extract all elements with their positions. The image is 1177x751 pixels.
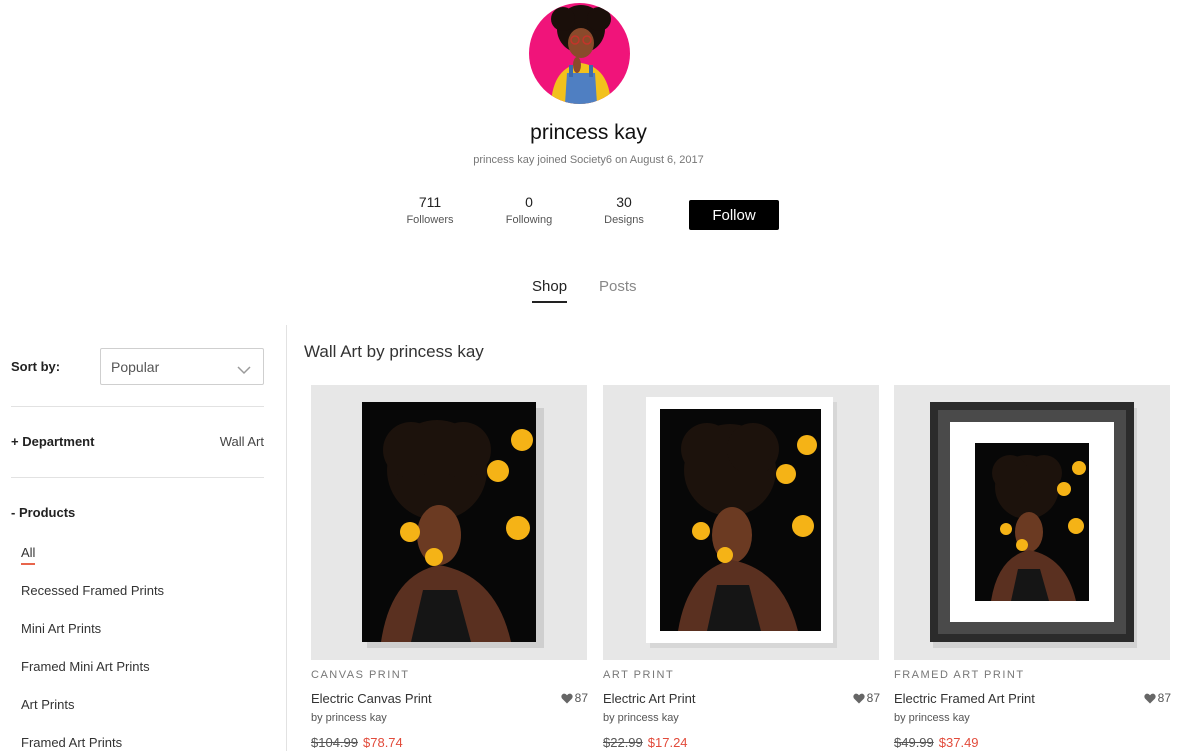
tab-posts[interactable]: Posts (599, 278, 637, 301)
products-filter-heading[interactable]: - Products (11, 505, 75, 520)
product-filter-recessed-framed-prints[interactable]: Recessed Framed Prints (21, 583, 164, 621)
product-filter-framed-mini-art-prints[interactable]: Framed Mini Art Prints (21, 659, 164, 697)
department-filter[interactable]: + Department Wall Art (11, 434, 264, 449)
sidebar-divider (286, 325, 287, 751)
sort-dropdown[interactable]: Popular (100, 348, 264, 385)
product-type: ART PRINT (603, 669, 675, 681)
product-card[interactable]: ART PRINT Electric Art Print 87 by princ… (603, 385, 880, 750)
designs-label: Designs (604, 214, 644, 226)
product-title[interactable]: Electric Canvas Print (311, 691, 588, 706)
product-filter-art-prints[interactable]: Art Prints (21, 697, 164, 735)
product-image[interactable] (311, 385, 587, 660)
heart-icon (852, 693, 865, 704)
products-list: All Recessed Framed Prints Mini Art Prin… (21, 545, 164, 751)
product-title[interactable]: Electric Framed Art Print (894, 691, 1171, 706)
product-image[interactable] (894, 385, 1170, 660)
likes-count[interactable]: 87 (1143, 691, 1171, 705)
profile-tabs: Shop Posts (0, 278, 1177, 308)
divider (11, 477, 264, 478)
product-image[interactable] (603, 385, 879, 660)
sort-value: Popular (111, 359, 160, 375)
follow-button[interactable]: Follow (689, 200, 779, 230)
profile-name: princess kay (530, 121, 647, 144)
following-count: 0 (525, 194, 533, 210)
product-title[interactable]: Electric Art Print (603, 691, 880, 706)
product-type: CANVAS PRINT (311, 669, 410, 681)
product-card[interactable]: FRAMED ART PRINT Electric Framed Art Pri… (894, 385, 1171, 750)
original-price: $104.99 (311, 735, 358, 750)
profile-header: princess kay princess kay joined Society… (0, 0, 1177, 320)
sale-price: $17.24 (647, 735, 688, 750)
stat-designs[interactable]: 30 Designs (579, 194, 669, 226)
following-label: Following (505, 214, 553, 226)
sale-price: $78.74 (363, 735, 403, 750)
heart-icon (560, 693, 573, 704)
product-filter-framed-art-prints[interactable]: Framed Art Prints (21, 735, 164, 751)
product-price: $22.99 $17.24 (603, 735, 880, 750)
product-filter-mini-art-prints[interactable]: Mini Art Prints (21, 621, 164, 659)
product-price: $49.99 $37.49 (894, 735, 1171, 750)
product-artist[interactable]: by princess kay (894, 712, 1171, 724)
original-price: $22.99 (603, 735, 643, 750)
stat-following[interactable]: 0 Following (484, 194, 574, 226)
heart-icon (1143, 693, 1156, 704)
product-filter-all[interactable]: All (21, 545, 164, 583)
avatar[interactable] (529, 3, 630, 104)
followers-label: Followers (406, 214, 454, 226)
product-type: FRAMED ART PRINT (894, 669, 1025, 681)
product-card[interactable]: CANVAS PRINT Electric Canvas Print 87 by… (311, 385, 588, 750)
likes-count[interactable]: 87 (852, 691, 880, 705)
department-value: Wall Art (219, 434, 264, 449)
likes-count[interactable]: 87 (560, 691, 588, 705)
department-label: + Department (11, 434, 95, 449)
section-title: Wall Art by princess kay (304, 342, 484, 361)
chevron-down-icon (237, 362, 251, 380)
tab-shop[interactable]: Shop (532, 278, 568, 303)
sort-label: Sort by: (11, 359, 61, 374)
joined-date: princess kay joined Society6 on August 6… (473, 154, 704, 166)
stat-followers[interactable]: 711 Followers (385, 194, 475, 226)
sale-price: $37.49 (938, 735, 979, 750)
divider (11, 406, 264, 407)
product-artist[interactable]: by princess kay (603, 712, 880, 724)
product-price: $104.99 $78.74 (311, 735, 588, 750)
designs-count: 30 (616, 194, 632, 210)
product-artist[interactable]: by princess kay (311, 712, 588, 724)
followers-count: 711 (418, 194, 442, 210)
original-price: $49.99 (894, 735, 934, 750)
